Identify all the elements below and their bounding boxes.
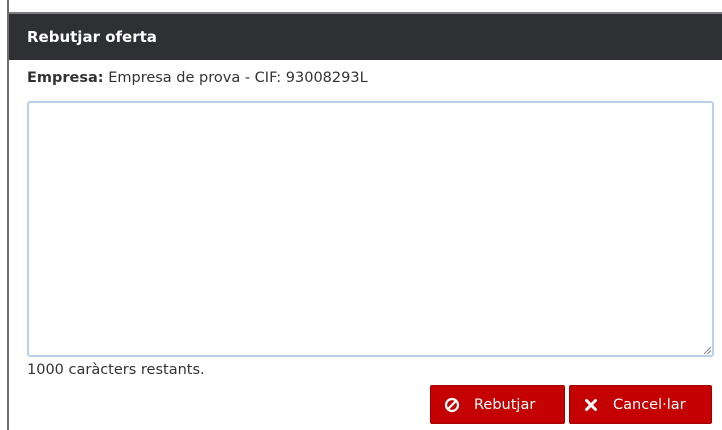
reject-button-label: Rebutjar bbox=[474, 396, 536, 413]
company-value: Empresa de prova - CIF: 93008293L bbox=[108, 70, 368, 86]
company-info: Empresa: Empresa de prova - CIF: 9300829… bbox=[27, 70, 368, 86]
cancel-button-label: Cancel·lar bbox=[613, 396, 686, 413]
screen: Rebutjar oferta Empresa: Empresa de prov… bbox=[0, 0, 722, 430]
resize-grip-icon[interactable] bbox=[702, 345, 712, 355]
cancel-button[interactable]: Cancel·lar bbox=[569, 385, 712, 424]
window-top-edge bbox=[9, 0, 722, 14]
reason-textarea[interactable] bbox=[27, 101, 714, 357]
reject-button[interactable]: Rebutjar bbox=[430, 385, 565, 424]
company-label: Empresa: bbox=[27, 70, 104, 86]
dialog-header: Rebutjar oferta bbox=[9, 14, 722, 60]
ban-icon bbox=[444, 397, 460, 413]
dialog-title: Rebutjar oferta bbox=[27, 28, 157, 46]
reject-offer-dialog: Rebutjar oferta Empresa: Empresa de prov… bbox=[9, 14, 722, 430]
chars-remaining-counter: 1000 caràcters restants. bbox=[27, 362, 205, 378]
window-left-edge bbox=[0, 0, 9, 430]
close-icon bbox=[583, 397, 599, 413]
